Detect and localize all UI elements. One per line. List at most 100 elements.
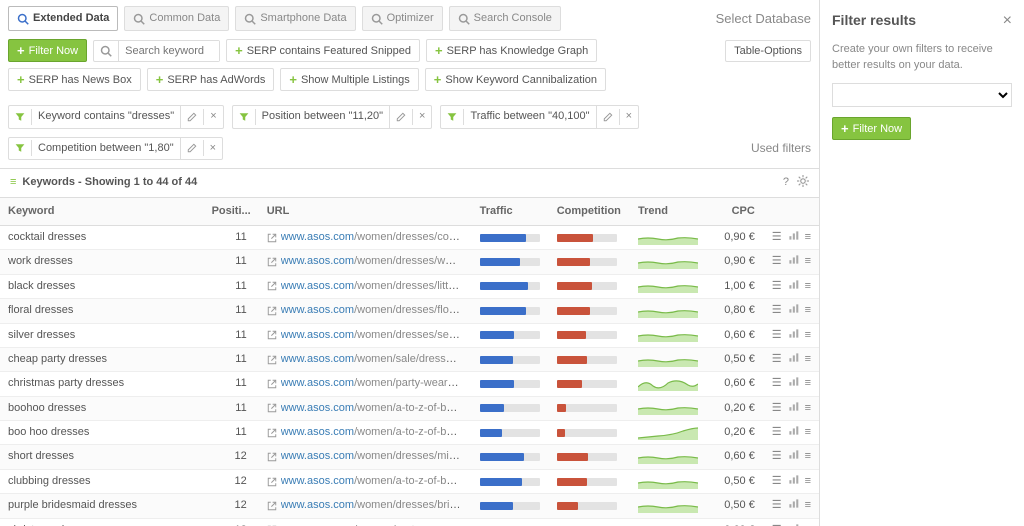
help-icon[interactable]: ? bbox=[783, 175, 789, 190]
row-menu-icon[interactable]: ☰ bbox=[772, 498, 782, 513]
row-list-icon[interactable]: ≡ bbox=[805, 449, 811, 464]
row-chart-icon[interactable] bbox=[788, 328, 799, 343]
edit-filter-icon[interactable] bbox=[597, 109, 620, 125]
row-menu-icon[interactable]: ☰ bbox=[772, 523, 782, 526]
row-chart-icon[interactable] bbox=[788, 303, 799, 318]
cell-keyword[interactable]: silver dresses bbox=[0, 323, 203, 347]
serp-featured-button[interactable]: +SERP contains Featured Snipped bbox=[226, 39, 420, 62]
row-list-icon[interactable]: ≡ bbox=[805, 352, 811, 367]
row-chart-icon[interactable] bbox=[788, 474, 799, 489]
remove-filter-icon[interactable]: × bbox=[620, 106, 638, 127]
serp-news-button[interactable]: +SERP has News Box bbox=[8, 68, 141, 91]
tab-extended-data[interactable]: Extended Data bbox=[8, 6, 118, 31]
url-link[interactable]: www.asos.com/women/dresses/mini-dresses/… bbox=[281, 449, 461, 464]
list-icon[interactable]: ≡ bbox=[10, 175, 16, 190]
cell-keyword[interactable]: christmas dresses bbox=[0, 518, 203, 526]
serp-adwords-button[interactable]: +SERP has AdWords bbox=[147, 68, 275, 91]
cell-keyword[interactable]: boo hoo dresses bbox=[0, 421, 203, 445]
edit-filter-icon[interactable] bbox=[181, 109, 204, 125]
cell-keyword[interactable]: cheap party dresses bbox=[0, 347, 203, 371]
row-list-icon[interactable]: ≡ bbox=[805, 498, 811, 513]
url-link[interactable]: www.asos.com/women/dresses/floral-dresse… bbox=[281, 303, 461, 318]
external-link-icon[interactable] bbox=[267, 257, 277, 267]
filter-now-button[interactable]: +Filter Now bbox=[8, 39, 87, 62]
url-link[interactable]: www.asos.com/women/a-to-z-of-brands/booh… bbox=[281, 425, 461, 440]
row-list-icon[interactable]: ≡ bbox=[805, 230, 811, 245]
external-link-icon[interactable] bbox=[267, 501, 277, 511]
row-menu-icon[interactable]: ☰ bbox=[772, 352, 782, 367]
cell-keyword[interactable]: clubbing dresses bbox=[0, 469, 203, 493]
cell-keyword[interactable]: floral dresses bbox=[0, 299, 203, 323]
external-link-icon[interactable] bbox=[267, 233, 277, 243]
external-link-icon[interactable] bbox=[267, 330, 277, 340]
url-link[interactable]: www.asos.com/women/a-to-z-of-brands/club… bbox=[281, 474, 461, 489]
table-scroll[interactable]: Keyword Positi... URL Traffic Competitio… bbox=[0, 198, 819, 526]
filter-type-select[interactable] bbox=[832, 83, 1012, 107]
row-list-icon[interactable]: ≡ bbox=[805, 303, 811, 318]
external-link-icon[interactable] bbox=[267, 428, 277, 438]
tab-smartphone-data[interactable]: Smartphone Data bbox=[235, 6, 355, 31]
cell-keyword[interactable]: black dresses bbox=[0, 274, 203, 298]
col-position[interactable]: Positi... bbox=[203, 198, 259, 226]
external-link-icon[interactable] bbox=[267, 379, 277, 389]
row-chart-icon[interactable] bbox=[788, 523, 799, 526]
cell-keyword[interactable]: work dresses bbox=[0, 250, 203, 274]
row-chart-icon[interactable] bbox=[788, 449, 799, 464]
select-database[interactable]: Select Database bbox=[716, 10, 811, 28]
remove-filter-icon[interactable]: × bbox=[204, 106, 222, 127]
row-chart-icon[interactable] bbox=[788, 376, 799, 391]
external-link-icon[interactable] bbox=[267, 477, 277, 487]
col-traffic[interactable]: Traffic bbox=[472, 198, 549, 226]
col-keyword[interactable]: Keyword bbox=[0, 198, 203, 226]
col-competition[interactable]: Competition bbox=[549, 198, 630, 226]
url-link[interactable]: www.asos.com/women/a-to-z-of-brands/booh… bbox=[281, 401, 461, 416]
gear-icon[interactable] bbox=[797, 175, 809, 190]
external-link-icon[interactable] bbox=[267, 355, 277, 365]
search-input[interactable] bbox=[119, 41, 219, 61]
row-chart-icon[interactable] bbox=[788, 498, 799, 513]
remove-filter-icon[interactable]: × bbox=[413, 106, 431, 127]
row-list-icon[interactable]: ≡ bbox=[805, 254, 811, 269]
url-link[interactable]: www.asos.com/women/party-wear/cat/?cid=1… bbox=[281, 523, 461, 526]
external-link-icon[interactable] bbox=[267, 452, 277, 462]
col-url[interactable]: URL bbox=[259, 198, 472, 226]
tab-optimizer[interactable]: Optimizer bbox=[362, 6, 443, 31]
external-link-icon[interactable] bbox=[267, 281, 277, 291]
external-link-icon[interactable] bbox=[267, 306, 277, 316]
url-link[interactable]: www.asos.com/women/dresses/cocktail-dres… bbox=[281, 230, 461, 245]
url-link[interactable]: www.asos.com/women/dresses/workwear-dre.… bbox=[281, 254, 461, 269]
cell-keyword[interactable]: christmas party dresses bbox=[0, 372, 203, 396]
url-link[interactable]: www.asos.com/women/dresses/sequin-dresse… bbox=[281, 328, 461, 343]
row-list-icon[interactable]: ≡ bbox=[805, 523, 811, 526]
row-list-icon[interactable]: ≡ bbox=[805, 279, 811, 294]
row-list-icon[interactable]: ≡ bbox=[805, 328, 811, 343]
row-list-icon[interactable]: ≡ bbox=[805, 401, 811, 416]
row-menu-icon[interactable]: ☰ bbox=[772, 230, 782, 245]
row-menu-icon[interactable]: ☰ bbox=[772, 303, 782, 318]
multiple-listings-button[interactable]: +Show Multiple Listings bbox=[280, 68, 418, 91]
row-chart-icon[interactable] bbox=[788, 279, 799, 294]
row-chart-icon[interactable] bbox=[788, 254, 799, 269]
cell-keyword[interactable]: cocktail dresses bbox=[0, 225, 203, 249]
cell-keyword[interactable]: boohoo dresses bbox=[0, 396, 203, 420]
row-menu-icon[interactable]: ☰ bbox=[772, 376, 782, 391]
url-link[interactable]: www.asos.com/women/sale/dresses/party-dr… bbox=[281, 352, 461, 367]
url-link[interactable]: www.asos.com/women/party-wear/cat/?cid=1… bbox=[281, 376, 461, 391]
row-menu-icon[interactable]: ☰ bbox=[772, 254, 782, 269]
url-link[interactable]: www.asos.com/women/dresses/bridesmaid-dr… bbox=[281, 498, 461, 513]
url-link[interactable]: www.asos.com/women/dresses/little-black-… bbox=[281, 279, 461, 294]
row-list-icon[interactable]: ≡ bbox=[805, 474, 811, 489]
used-filters-link[interactable]: Used filters bbox=[751, 140, 811, 157]
row-menu-icon[interactable]: ☰ bbox=[772, 401, 782, 416]
row-menu-icon[interactable]: ☰ bbox=[772, 328, 782, 343]
cell-keyword[interactable]: short dresses bbox=[0, 445, 203, 469]
row-list-icon[interactable]: ≡ bbox=[805, 376, 811, 391]
edit-filter-icon[interactable] bbox=[181, 140, 204, 156]
cannibalization-button[interactable]: +Show Keyword Cannibalization bbox=[425, 68, 606, 91]
row-menu-icon[interactable]: ☰ bbox=[772, 449, 782, 464]
remove-filter-icon[interactable]: × bbox=[204, 138, 222, 159]
edit-filter-icon[interactable] bbox=[390, 109, 413, 125]
row-menu-icon[interactable]: ☰ bbox=[772, 425, 782, 440]
external-link-icon[interactable] bbox=[267, 403, 277, 413]
row-chart-icon[interactable] bbox=[788, 425, 799, 440]
